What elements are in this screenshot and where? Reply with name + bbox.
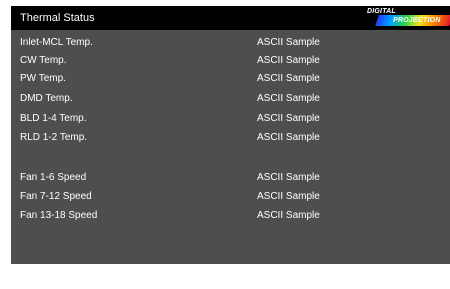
status-value: ASCII Sample [257,37,320,48]
header-bar: Thermal Status DIGITAL PROJECTION [11,6,450,30]
status-value: ASCII Sample [257,55,320,66]
status-row-fan-1-6-speed: Fan 1-6 Speed ASCII Sample [11,170,450,186]
status-label: DMD Temp. [20,93,73,104]
logo-text-digital: DIGITAL [367,8,396,15]
page-title: Thermal Status [20,12,95,24]
status-label: PW Temp. [20,73,66,84]
status-row-cw-temp: CW Temp. ASCII Sample [11,53,450,69]
status-value: ASCII Sample [257,73,320,84]
status-label: RLD 1-2 Temp. [20,132,88,143]
status-label: Fan 13-18 Speed [20,210,98,221]
status-value: ASCII Sample [257,172,320,183]
status-value: ASCII Sample [257,191,320,202]
status-row-bld-temp: BLD 1-4 Temp. ASCII Sample [11,111,450,127]
status-label: BLD 1-4 Temp. [20,113,87,124]
status-label: CW Temp. [20,55,67,66]
status-row-inlet-mcl-temp: Inlet-MCL Temp. ASCII Sample [11,35,450,51]
status-label: Fan 7-12 Speed [20,191,92,202]
status-row-pw-temp: PW Temp. ASCII Sample [11,71,450,87]
status-row-fan-13-18-speed: Fan 13-18 Speed ASCII Sample [11,208,450,224]
status-row-fan-7-12-speed: Fan 7-12 Speed ASCII Sample [11,189,450,205]
status-value: ASCII Sample [257,113,320,124]
status-label: Fan 1-6 Speed [20,172,87,183]
digital-projection-logo: DIGITAL PROJECTION [367,7,450,29]
status-value: ASCII Sample [257,210,320,221]
status-value: ASCII Sample [257,93,320,104]
status-row-dmd-temp: DMD Temp. ASCII Sample [11,91,450,107]
status-row-rld-temp: RLD 1-2 Temp. ASCII Sample [11,130,450,146]
status-label: Inlet-MCL Temp. [20,37,93,48]
logo-text-projection: PROJECTION [393,17,441,24]
status-value: ASCII Sample [257,132,320,143]
thermal-status-screen: Thermal Status DIGITAL PROJECTION Inlet-… [11,6,450,264]
